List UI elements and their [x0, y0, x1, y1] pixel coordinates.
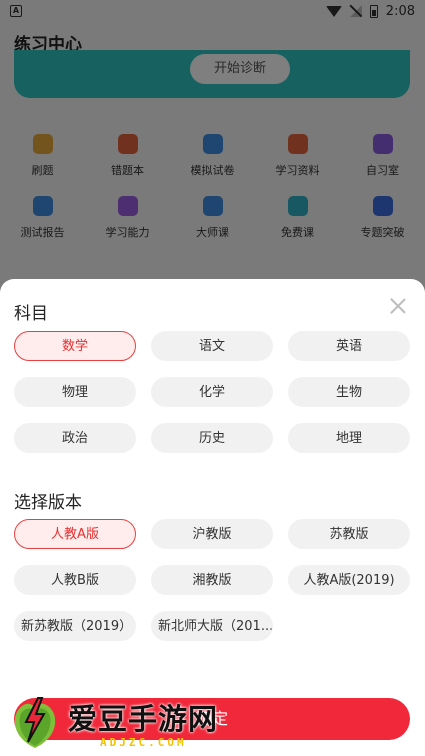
edition-section-title: 选择版本 [14, 493, 82, 513]
subject-section-title: 科目 [14, 304, 48, 324]
subject-chip[interactable]: 物理 [14, 377, 136, 407]
edition-chip[interactable]: 沪教版 [151, 519, 273, 549]
edition-chip[interactable]: 湘教版 [151, 565, 273, 595]
subject-options: 数学 语文 英语物理 化学 生物政治 历史 地理 [14, 331, 410, 453]
subject-chip[interactable]: 政治 [14, 423, 136, 453]
edition-chip[interactable]: 苏教版 [288, 519, 410, 549]
subject-chip[interactable]: 语文 [151, 331, 273, 361]
close-icon[interactable] [389, 297, 407, 315]
subject-chip[interactable]: 地理 [288, 423, 410, 453]
subject-chip[interactable]: 生物 [288, 377, 410, 407]
edition-chip[interactable]: 新北师大版（201... [151, 611, 273, 641]
edition-chip[interactable]: 人教B版 [14, 565, 136, 595]
filter-sheet: 科目 数学 语文 英语物理 化学 生物政治 历史 地理 选择版本 人教A版 沪教版 苏教版人教B… [0, 279, 425, 756]
subject-chip[interactable]: 数学 [14, 331, 136, 361]
edition-chip[interactable]: 人教A版 [14, 519, 136, 549]
confirm-button[interactable]: 确定 [14, 698, 410, 740]
edition-chip[interactable]: 新苏教版（2019） [14, 611, 136, 641]
subject-chip[interactable]: 化学 [151, 377, 273, 407]
edition-chip[interactable]: 人教A版(2019) [288, 565, 410, 595]
subject-chip[interactable]: 英语 [288, 331, 410, 361]
subject-chip[interactable]: 历史 [151, 423, 273, 453]
edition-options: 人教A版 沪教版 苏教版人教B版 湘教版 人教A版(2019) 新苏教版（2019） 新北师… [14, 519, 410, 641]
